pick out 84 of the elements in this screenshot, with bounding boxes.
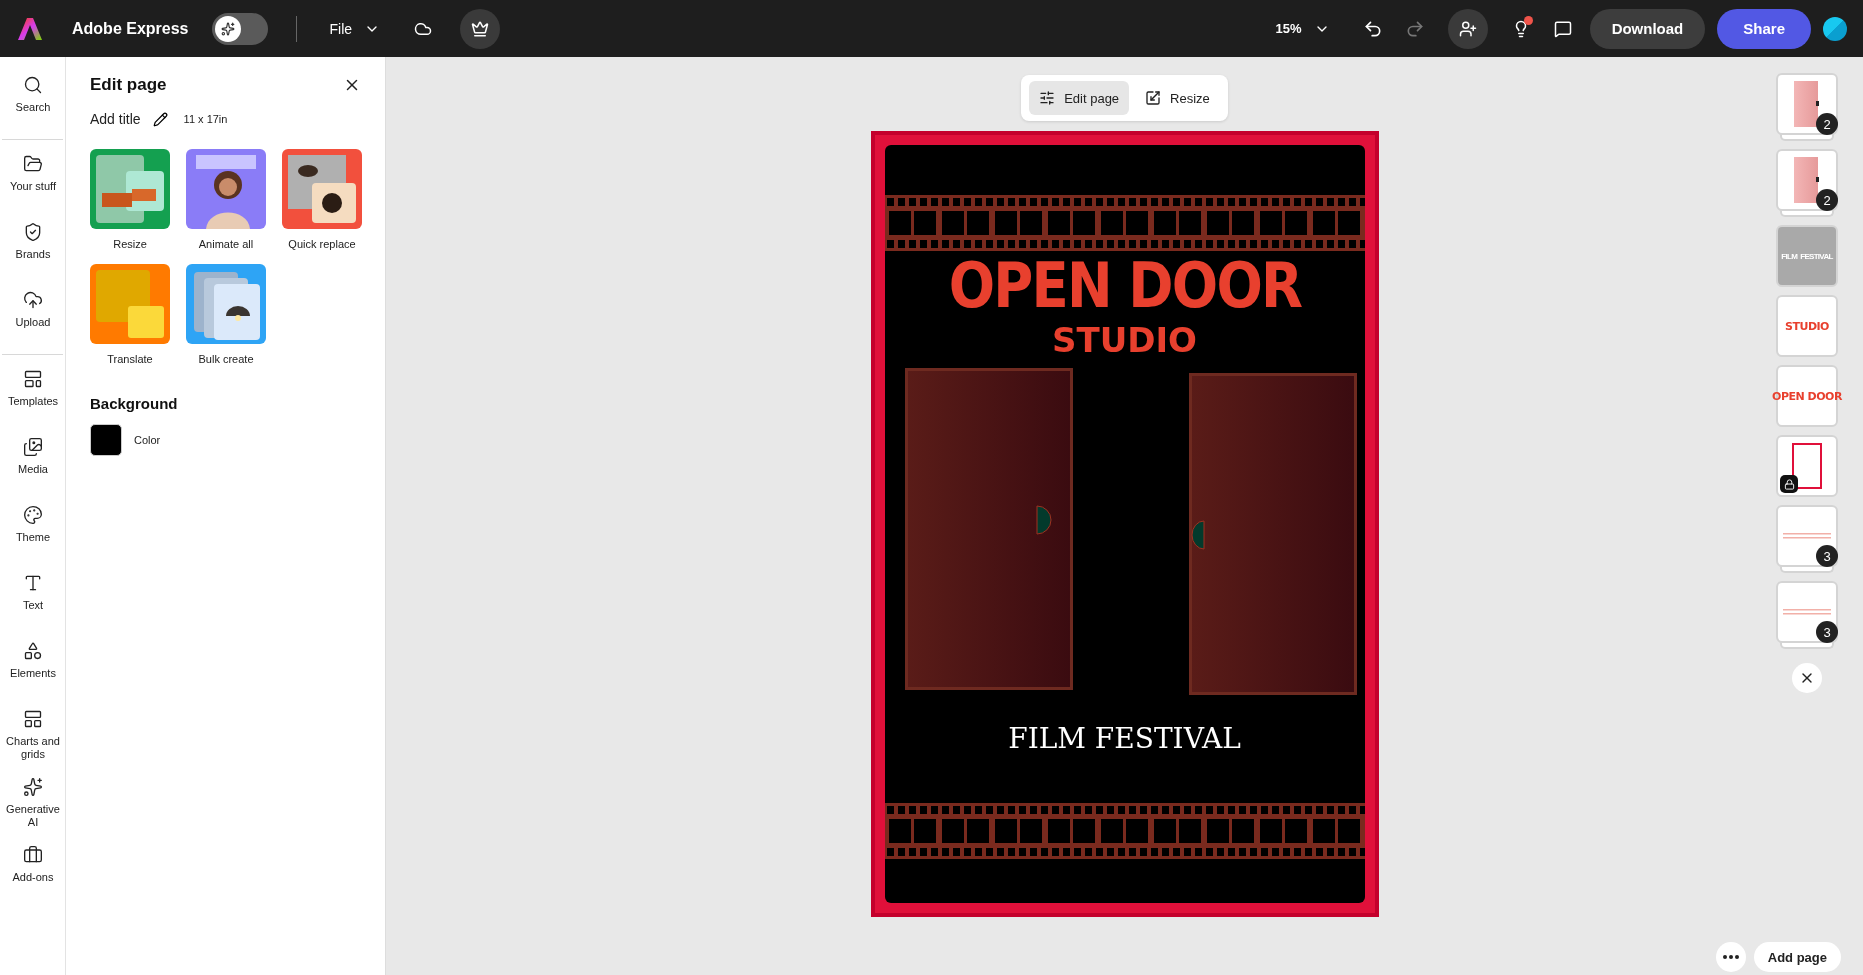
color-label: Color: [134, 434, 161, 446]
poster-tagline: FILM FESTIVAL: [1007, 725, 1242, 753]
rail-item[interactable]: Upload: [2, 282, 64, 350]
undo-icon: [1362, 18, 1383, 39]
layout-icon: [23, 709, 43, 729]
quick-action[interactable]: Animate all: [186, 149, 266, 250]
add-page-button[interactable]: Add page: [1753, 942, 1841, 972]
text-icon: [23, 573, 43, 593]
rail-item[interactable]: Text: [2, 565, 64, 633]
poster-title: OPEN DOOR: [947, 255, 1303, 317]
more-button[interactable]: [1715, 942, 1746, 972]
layer-thumbnail[interactable]: 2: [1776, 73, 1838, 135]
file-menu[interactable]: File: [325, 16, 385, 41]
stacked-layer: [1780, 565, 1834, 573]
rail-item[interactable]: Media: [2, 429, 64, 497]
action-label: Bulk create: [198, 353, 254, 365]
images-icon: [23, 437, 43, 457]
avatar[interactable]: [1823, 16, 1847, 41]
page-size: 11 x 17in: [183, 113, 228, 125]
more-icon: [1722, 955, 1739, 959]
rail-item[interactable]: Brands: [2, 214, 64, 282]
comment-icon: [1553, 19, 1572, 38]
add-title-link[interactable]: Add title: [90, 111, 141, 127]
count-badge: 2: [1816, 189, 1838, 211]
door-icon: [1794, 157, 1820, 203]
stacked-layer: [1780, 641, 1834, 649]
section-heading: Background: [90, 395, 179, 412]
door-icon: [1794, 81, 1820, 127]
zoom-menu[interactable]: 15%: [1269, 19, 1336, 38]
search-icon: [23, 75, 43, 95]
app-name: Adobe Express: [72, 19, 189, 38]
panel-title: Edit page: [90, 75, 167, 95]
rail-item[interactable]: Elements: [2, 633, 64, 701]
action-label: Quick replace: [288, 238, 356, 250]
rail-item[interactable]: Your stuff: [2, 146, 64, 214]
toolbar-button[interactable]: Resize: [1135, 81, 1220, 115]
layer-thumbnail[interactable]: STUDIO: [1776, 295, 1838, 357]
stacked-layer: [1780, 133, 1834, 141]
shapes-icon: [23, 641, 43, 661]
template-icon: [23, 369, 43, 389]
action-label: Translate: [107, 353, 153, 365]
action-label: Resize: [113, 238, 147, 250]
sliders-icon: [1039, 90, 1056, 106]
ai-toggle[interactable]: [212, 12, 269, 45]
cloud-upload-icon: [23, 290, 43, 310]
logo-icon: [18, 17, 42, 40]
toolbar-button[interactable]: Edit page: [1029, 81, 1130, 115]
rail-item[interactable]: Search: [2, 67, 64, 135]
pencil-icon[interactable]: [152, 111, 168, 127]
shield-icon: [23, 222, 43, 242]
rail-item[interactable]: Charts and grids: [2, 701, 64, 769]
quick-action[interactable]: Bulk create: [186, 264, 266, 365]
user-plus-icon: [1458, 19, 1477, 38]
count-badge: 2: [1816, 113, 1838, 135]
layer-text: FILM FESTIVAL: [1781, 251, 1833, 261]
sparkle-icon: [221, 21, 236, 36]
share-button[interactable]: Share: [1717, 8, 1811, 49]
notification-dot: [1523, 15, 1533, 25]
rail-item[interactable]: Templates: [2, 361, 64, 429]
layer-thumbnail[interactable]: 3: [1776, 505, 1838, 567]
frame-icon: [1792, 443, 1822, 489]
rail-item[interactable]: Add-ons: [2, 837, 64, 905]
resize-icon: [1145, 90, 1162, 106]
palette-icon: [23, 505, 43, 525]
folder-icon: [23, 154, 43, 174]
layer-thumbnail[interactable]: [1776, 435, 1838, 497]
action-label: Animate all: [198, 238, 254, 250]
quick-action[interactable]: Resize: [90, 149, 170, 250]
count-badge: 3: [1816, 545, 1838, 567]
quick-action[interactable]: Translate: [90, 264, 170, 365]
rail-item[interactable]: Theme: [2, 497, 64, 565]
briefcase-icon: [23, 845, 43, 865]
layer-text: STUDIO: [1785, 319, 1829, 333]
layer-thumbnail[interactable]: 2: [1776, 149, 1838, 211]
color-swatch[interactable]: [90, 424, 122, 456]
rail-item[interactable]: Generative AI: [2, 769, 64, 837]
layer-thumbnail[interactable]: 3: [1776, 581, 1838, 643]
count-badge: 3: [1816, 621, 1838, 643]
quick-action[interactable]: Quick replace: [282, 149, 362, 250]
sparkle-icon: [23, 777, 43, 797]
crown-icon: [471, 19, 490, 38]
download-button[interactable]: Download: [1589, 8, 1706, 49]
poster-subtitle: STUDIO: [1050, 323, 1199, 357]
stacked-layer: [1780, 209, 1834, 217]
